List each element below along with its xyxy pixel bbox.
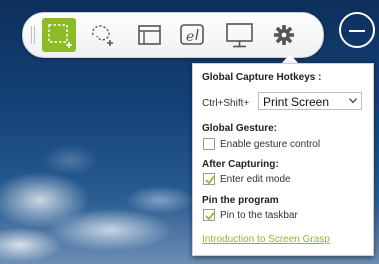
intro-link[interactable]: Introduction to Screen Grasp <box>202 234 330 245</box>
settings-button[interactable] <box>267 18 301 52</box>
hotkeys-title: Global Capture Hotkeys : <box>202 72 322 83</box>
gear-icon <box>274 25 294 45</box>
pin-title: Pin the program <box>202 195 279 206</box>
checkmark-icon <box>205 175 215 185</box>
hotkey-select[interactable]: Print Screen <box>258 92 362 110</box>
after-capture-title: After Capturing: <box>202 159 279 170</box>
hotkey-prefix: Ctrl+Shift+ <box>202 98 250 109</box>
edit-mode-label: Enter edit mode <box>220 174 291 185</box>
chevron-down-icon <box>349 98 357 104</box>
gesture-title: Global Gesture: <box>202 123 278 134</box>
pin-taskbar-checkbox[interactable] <box>203 209 215 221</box>
checkmark-icon <box>205 211 215 221</box>
capture-toolbar: e <box>22 12 324 58</box>
browser-capture-button[interactable]: e <box>175 18 209 52</box>
window-capture-button[interactable] <box>132 18 166 52</box>
freeform-capture-icon <box>91 25 113 46</box>
window-capture-icon <box>138 25 161 45</box>
gesture-checkbox[interactable] <box>203 138 215 150</box>
hotkey-selected-value: Print Screen <box>263 95 330 109</box>
monitor-icon <box>226 23 253 48</box>
edit-mode-checkbox[interactable] <box>203 173 215 185</box>
svg-text:e: e <box>186 29 194 45</box>
freeform-capture-button[interactable] <box>85 18 119 52</box>
settings-panel: Global Capture Hotkeys : Ctrl+Shift+ Pri… <box>192 63 374 256</box>
rect-capture-button[interactable] <box>42 18 76 52</box>
pin-taskbar-label: Pin to the taskbar <box>220 210 298 221</box>
minimize-button[interactable] <box>339 12 375 48</box>
rectangle-capture-icon <box>48 24 72 48</box>
gesture-label: Enable gesture control <box>220 139 321 150</box>
drag-handle[interactable] <box>31 26 37 44</box>
fullscreen-capture-button[interactable] <box>222 18 256 52</box>
minus-icon <box>349 30 365 32</box>
browser-capture-icon: e <box>180 24 204 45</box>
